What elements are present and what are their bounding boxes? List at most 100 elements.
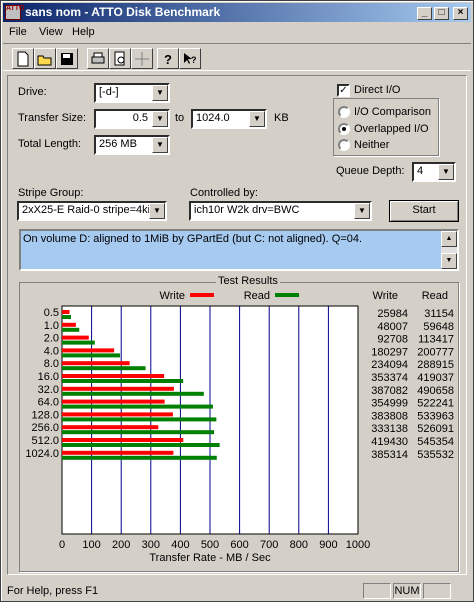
io-comparison-radio[interactable] xyxy=(338,106,350,118)
chevron-down-icon[interactable]: ▼ xyxy=(152,85,168,101)
chevron-down-icon[interactable]: ▼ xyxy=(438,164,454,180)
overlapped-io-radio[interactable] xyxy=(338,123,350,135)
read-bar xyxy=(62,430,215,435)
total-length-combo[interactable]: 256 MB ▼ xyxy=(94,135,170,155)
stripe-group-value: 2xX25-E Raid-0 stripe=4kiB xyxy=(22,204,158,216)
x-tick-label: 1000 xyxy=(346,539,370,551)
read-bar xyxy=(62,443,220,447)
transfer-size-to-combo[interactable]: 1024.0 ▼ xyxy=(191,109,267,129)
drive-label: Drive: xyxy=(18,86,47,98)
scroll-down-icon[interactable]: ▼ xyxy=(441,253,457,269)
legend-write-swatch xyxy=(190,293,214,297)
y-tick-label: 16.0 xyxy=(38,371,59,383)
drive-combo[interactable]: [-d-] ▼ xyxy=(94,83,170,103)
write-bar xyxy=(62,322,76,327)
x-tick-label: 700 xyxy=(260,539,278,551)
open-file-button[interactable] xyxy=(34,48,56,69)
write-value: 354999 xyxy=(371,398,408,410)
minimize-button[interactable]: _ xyxy=(417,7,432,20)
controlled-by-combo[interactable]: ich10r W2k drv=BWC ▼ xyxy=(189,201,372,221)
svg-text:?: ? xyxy=(191,55,197,65)
read-value: 59648 xyxy=(423,321,454,333)
menu-view[interactable]: View xyxy=(39,26,63,38)
write-value: 385314 xyxy=(371,449,408,461)
title-bar[interactable]: ATTO sans nom - ATTO Disk Benchmark _ □ … xyxy=(3,3,471,22)
start-button[interactable]: Start xyxy=(389,200,459,222)
chevron-down-icon[interactable]: ▼ xyxy=(149,203,165,219)
chevron-down-icon[interactable]: ▼ xyxy=(249,111,265,127)
transfer-size-to-label: to xyxy=(175,112,185,124)
transfer-size-from-value: 0.5 xyxy=(132,112,148,124)
legend-write-label: Write xyxy=(160,290,185,302)
write-value: 234094 xyxy=(371,359,408,371)
new-file-button[interactable] xyxy=(12,48,34,69)
help-button[interactable]: ? xyxy=(157,48,179,69)
chevron-down-icon[interactable]: ▼ xyxy=(152,111,168,127)
atto-window: ATTO sans nom - ATTO Disk Benchmark _ □ … xyxy=(0,0,474,602)
printer-icon xyxy=(91,52,105,64)
x-tick-label: 200 xyxy=(112,539,130,551)
close-button[interactable]: × xyxy=(453,7,468,20)
status-cell-caps xyxy=(363,583,391,599)
write-bar xyxy=(62,374,165,378)
x-tick-label: 800 xyxy=(290,539,308,551)
write-column-header: Write xyxy=(373,290,398,302)
read-bar xyxy=(62,353,121,358)
description-textarea[interactable]: On volume D: aligned to 1MiB by GPartEd … xyxy=(19,229,459,271)
read-column-header: Read xyxy=(422,290,448,302)
move-button[interactable] xyxy=(131,48,153,69)
read-value: 113417 xyxy=(418,334,454,346)
description-scrollbar[interactable]: ▲ ▼ xyxy=(441,231,457,269)
menu-file[interactable]: File xyxy=(9,26,27,38)
context-help-button[interactable]: ? xyxy=(179,48,201,69)
description-text: On volume D: aligned to 1MiB by GPartEd … xyxy=(23,233,363,245)
write-value: 48007 xyxy=(377,321,408,333)
y-tick-label: 8.0 xyxy=(44,358,59,370)
queue-depth-combo[interactable]: 4 ▼ xyxy=(412,162,456,182)
neither-radio[interactable] xyxy=(338,139,350,151)
status-bar: For Help, press F1 NUM xyxy=(3,581,473,601)
controlled-by-value: ich10r W2k drv=BWC xyxy=(194,204,300,216)
write-bar xyxy=(62,310,70,314)
write-value: 333138 xyxy=(371,423,408,435)
transfer-size-from-combo[interactable]: 0.5 ▼ xyxy=(94,109,170,129)
write-value: 25984 xyxy=(377,308,408,320)
print-button[interactable] xyxy=(87,48,109,69)
io-comparison-label[interactable]: I/O Comparison xyxy=(354,106,431,118)
transfer-size-to-value: 1024.0 xyxy=(196,112,230,124)
read-bar xyxy=(62,379,184,383)
overlapped-io-label[interactable]: Overlapped I/O xyxy=(354,123,429,135)
stripe-group-combo[interactable]: 2xX25-E Raid-0 stripe=4kiB ▼ xyxy=(17,201,167,221)
transfer-size-label: Transfer Size: xyxy=(18,112,87,124)
read-value: 526091 xyxy=(417,423,454,435)
total-length-value: 256 MB xyxy=(99,138,137,150)
y-tick-label: 32.0 xyxy=(38,384,59,396)
menu-bar: File View Help xyxy=(3,23,471,41)
read-value: 419037 xyxy=(417,372,454,384)
y-tick-label: 128.0 xyxy=(31,409,59,421)
chevron-down-icon[interactable]: ▼ xyxy=(354,203,370,219)
question-mark-icon: ? xyxy=(164,52,172,67)
x-tick-label: 300 xyxy=(142,539,160,551)
legend-read-swatch xyxy=(275,293,299,297)
write-bar xyxy=(62,450,174,455)
chevron-down-icon[interactable]: ▼ xyxy=(152,137,168,153)
maximize-button[interactable]: □ xyxy=(434,7,449,20)
queue-depth-value: 4 xyxy=(417,165,424,177)
x-tick-label: 500 xyxy=(201,539,219,551)
status-cell-scroll xyxy=(423,583,451,599)
y-tick-label: 64.0 xyxy=(38,397,59,409)
direct-io-checkbox[interactable]: ✓ xyxy=(337,84,350,97)
read-value: 535532 xyxy=(417,449,454,461)
read-value: 522241 xyxy=(417,398,454,410)
save-button[interactable] xyxy=(56,48,78,69)
scroll-up-icon[interactable]: ▲ xyxy=(441,231,457,247)
status-num-indicator: NUM xyxy=(393,583,421,599)
direct-io-label[interactable]: Direct I/O xyxy=(354,84,400,96)
new-file-icon xyxy=(17,51,29,67)
neither-label[interactable]: Neither xyxy=(354,139,389,151)
menu-help[interactable]: Help xyxy=(72,26,95,38)
print-preview-button[interactable] xyxy=(109,48,131,69)
read-bar xyxy=(62,366,146,371)
x-axis-label: Transfer Rate - MB / Sec xyxy=(149,552,271,564)
